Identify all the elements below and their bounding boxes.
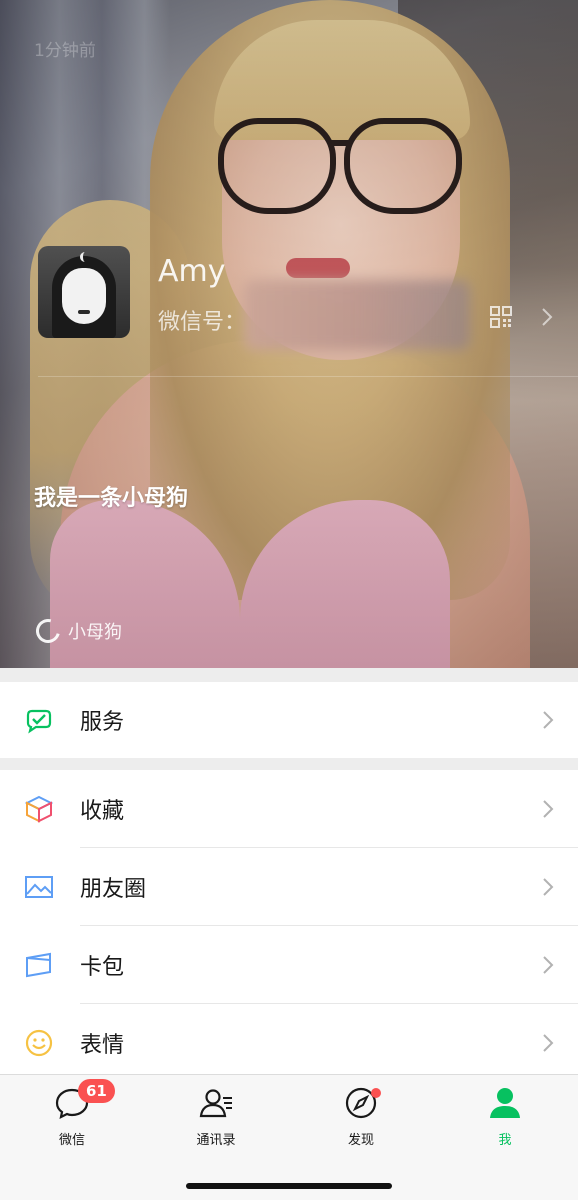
avatar[interactable]	[38, 246, 130, 338]
cards-icon	[24, 950, 54, 980]
menu-group-services: 服务	[0, 682, 578, 758]
status-ring-icon	[31, 614, 65, 648]
menu-item-label: 表情	[80, 1033, 125, 1058]
tab-label: 发现	[347, 1133, 374, 1148]
chevron-right-icon	[543, 800, 554, 818]
profile-divider	[38, 376, 578, 377]
moments-icon	[24, 872, 54, 902]
qr-code-icon[interactable]	[490, 306, 512, 328]
menu-item-label: 朋友圈	[80, 877, 147, 902]
tab-label: 我	[498, 1133, 512, 1148]
menu-item-label: 收藏	[80, 799, 125, 824]
chevron-right-icon	[543, 1034, 554, 1052]
chevron-right-icon	[543, 711, 554, 729]
menu-item-favorites[interactable]: 收藏	[0, 770, 578, 848]
menu-item-label: 服务	[80, 710, 125, 735]
service-icon	[24, 705, 54, 735]
tab-label: 微信	[58, 1133, 85, 1148]
stickers-icon	[24, 1028, 54, 1058]
favorites-icon	[24, 794, 54, 824]
status-timestamp: 1分钟前	[34, 41, 96, 61]
tab-label: 通讯录	[196, 1133, 236, 1148]
discover-notification-dot	[371, 1088, 381, 1098]
menu-group-main: 收藏 朋友圈 卡包 表情	[0, 770, 578, 1074]
chevron-right-icon	[543, 878, 554, 896]
tab-me[interactable]: 我	[460, 1085, 550, 1149]
tab-contacts[interactable]: 通讯录	[171, 1085, 261, 1149]
status-chip-label: 小母狗	[68, 622, 122, 643]
menu-item-stickers[interactable]: 表情	[0, 1004, 578, 1082]
profile-wechat-id[interactable]: 微信号：	[158, 304, 246, 336]
menu-item-services[interactable]: 服务	[0, 682, 578, 758]
profile-name[interactable]: Amy	[158, 254, 226, 289]
avatar-face	[62, 268, 106, 324]
avatar-moon	[80, 252, 90, 262]
contacts-icon	[198, 1085, 234, 1121]
status-chip[interactable]: 小母狗	[31, 614, 122, 648]
home-indicator[interactable]	[186, 1183, 392, 1189]
menu-item-cards[interactable]: 卡包	[0, 926, 578, 1004]
tab-discover[interactable]: 发现	[316, 1085, 406, 1149]
chevron-right-icon	[543, 956, 554, 974]
avatar-lips	[78, 310, 90, 314]
tab-bar: 微信 61 通讯录 发现 我	[0, 1074, 578, 1200]
unread-badge: 61	[78, 1079, 115, 1103]
chevron-right-icon[interactable]	[540, 306, 554, 328]
me-icon	[487, 1085, 523, 1121]
menu-item-moments[interactable]: 朋友圈	[0, 848, 578, 926]
menu-item-label: 卡包	[80, 955, 125, 980]
status-message[interactable]: 我是一条小母狗	[34, 480, 188, 512]
